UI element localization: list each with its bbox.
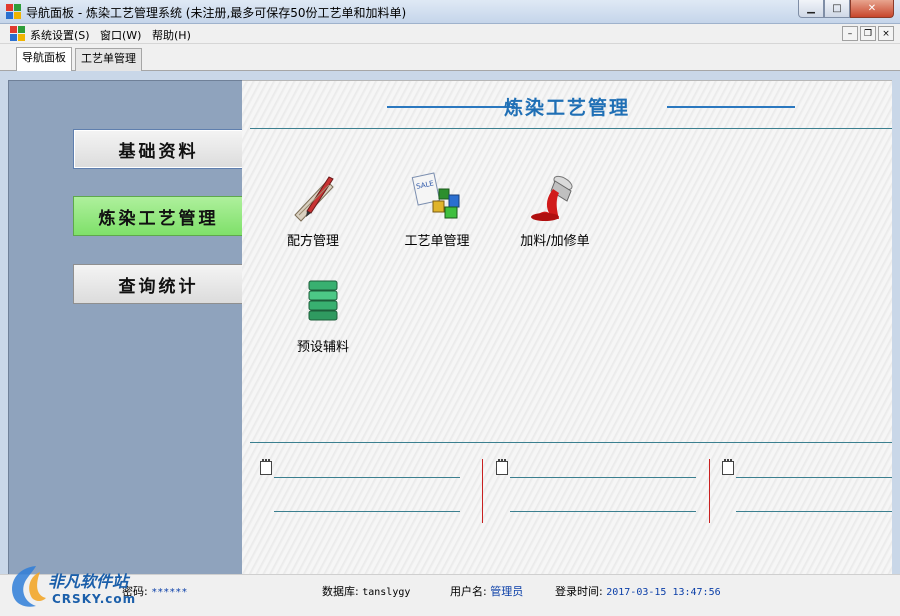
memo-line bbox=[510, 511, 696, 512]
user-label: 用户名: bbox=[450, 585, 487, 598]
mdi-close-button[interactable]: × bbox=[878, 26, 894, 41]
status-login-time: 登录时间: 2017-03-15 13:47:56 bbox=[555, 583, 721, 599]
ruler-pencil-icon bbox=[294, 176, 334, 222]
tab-process-sheet-management[interactable]: 工艺单管理 bbox=[75, 48, 142, 71]
user-value: 管理员 bbox=[490, 585, 524, 598]
minimize-button[interactable]: ▁ bbox=[798, 0, 824, 18]
close-icon: ✕ bbox=[867, 3, 877, 14]
nav-query-stats-button[interactable]: 查询统计 bbox=[73, 264, 243, 304]
main-area: 基础资料 炼染工艺管理 查询统计 炼染工艺管理 配方管理 SALE 工艺单管理 … bbox=[8, 80, 892, 574]
nav-panel: 基础资料 炼染工艺管理 查询统计 bbox=[8, 80, 243, 574]
app-menu-icon[interactable] bbox=[10, 26, 25, 41]
login-time-label: 登录时间: bbox=[555, 585, 603, 598]
memo-line bbox=[274, 511, 460, 512]
paint-can-icon bbox=[531, 175, 573, 221]
memo-separator bbox=[709, 459, 710, 523]
function-label: 加料/加修单 bbox=[520, 234, 590, 249]
menu-bar: 系统设置(S) 窗口(W) 帮助(H) – ❐ × bbox=[0, 24, 900, 44]
mdi-controls: – ❐ × bbox=[842, 26, 894, 41]
memo-separator bbox=[482, 459, 483, 523]
minimize-icon: – bbox=[847, 28, 853, 39]
memo-line bbox=[736, 511, 892, 512]
database-value: tanslygy bbox=[362, 587, 411, 598]
preset-auxiliaries-item[interactable]: 预设辅料 bbox=[268, 277, 378, 355]
formula-management-item[interactable]: 配方管理 bbox=[258, 171, 368, 249]
close-icon: × bbox=[882, 28, 890, 39]
notepad-icon bbox=[260, 459, 272, 475]
content-panel: 炼染工艺管理 配方管理 SALE 工艺单管理 加料/加修单 预设辅料 bbox=[242, 80, 892, 574]
notepad-icon bbox=[496, 459, 508, 475]
crsky-logo-icon bbox=[12, 566, 46, 607]
additive-revision-sheet-item[interactable]: 加料/加修单 bbox=[500, 171, 610, 249]
notepad-icon bbox=[722, 459, 734, 475]
status-user: 用户名: 管理员 bbox=[450, 583, 523, 599]
app-icon bbox=[6, 4, 21, 19]
close-button[interactable]: ✕ bbox=[850, 0, 894, 18]
maximize-button[interactable]: □ bbox=[824, 0, 850, 18]
status-database: 数据库: tanslygy bbox=[322, 583, 410, 599]
function-label: 配方管理 bbox=[286, 234, 339, 249]
tab-strip: 导航面板 工艺单管理 bbox=[0, 44, 900, 71]
tab-navigation-panel[interactable]: 导航面板 bbox=[16, 47, 72, 71]
menu-window[interactable]: 窗口(W) bbox=[100, 27, 141, 43]
watermark-logo: 非凡软件站 CRSKY.com bbox=[0, 556, 162, 616]
memo-panel-2 bbox=[496, 455, 696, 535]
stack-layers-icon bbox=[308, 280, 338, 321]
divider-top bbox=[250, 128, 892, 129]
menu-help[interactable]: 帮助(H) bbox=[152, 27, 191, 43]
process-sheet-management-item[interactable]: SALE 工艺单管理 bbox=[382, 171, 492, 249]
window-controls: ▁ □ ✕ bbox=[798, 0, 894, 18]
restore-icon: ❐ bbox=[863, 28, 873, 39]
nav-basic-data-button[interactable]: 基础资料 bbox=[73, 129, 243, 169]
title-bar: 导航面板 - 炼染工艺管理系统 (未注册,最多可保存50份工艺单和加料单) ▁ … bbox=[0, 0, 900, 24]
nav-dyeing-process-button[interactable]: 炼染工艺管理 bbox=[73, 196, 243, 236]
menu-system-settings[interactable]: 系统设置(S) bbox=[30, 27, 90, 43]
minimize-icon: ▁ bbox=[807, 3, 815, 14]
database-label: 数据库: bbox=[322, 585, 359, 598]
divider-bottom bbox=[250, 442, 892, 443]
mdi-restore-button[interactable]: ❐ bbox=[860, 26, 876, 41]
function-label: 工艺单管理 bbox=[404, 234, 470, 249]
mdi-minimize-button[interactable]: – bbox=[842, 26, 858, 41]
maximize-icon: □ bbox=[832, 3, 842, 14]
section-title: 炼染工艺管理 bbox=[503, 97, 630, 119]
memo-panel-3 bbox=[722, 455, 892, 535]
login-time-value: 2017-03-15 13:47:56 bbox=[606, 587, 721, 598]
sale-cubes-icon: SALE bbox=[411, 172, 460, 219]
memo-line bbox=[274, 477, 460, 478]
window-title: 导航面板 - 炼染工艺管理系统 (未注册,最多可保存50份工艺单和加料单) bbox=[26, 6, 407, 20]
memo-line bbox=[510, 477, 696, 478]
memo-panel-1 bbox=[260, 455, 460, 535]
watermark-text: 非凡软件站 bbox=[48, 572, 129, 591]
memo-line bbox=[736, 477, 892, 478]
function-label: 预设辅料 bbox=[296, 340, 349, 355]
watermark-subtext: CRSKY.com bbox=[52, 592, 137, 606]
